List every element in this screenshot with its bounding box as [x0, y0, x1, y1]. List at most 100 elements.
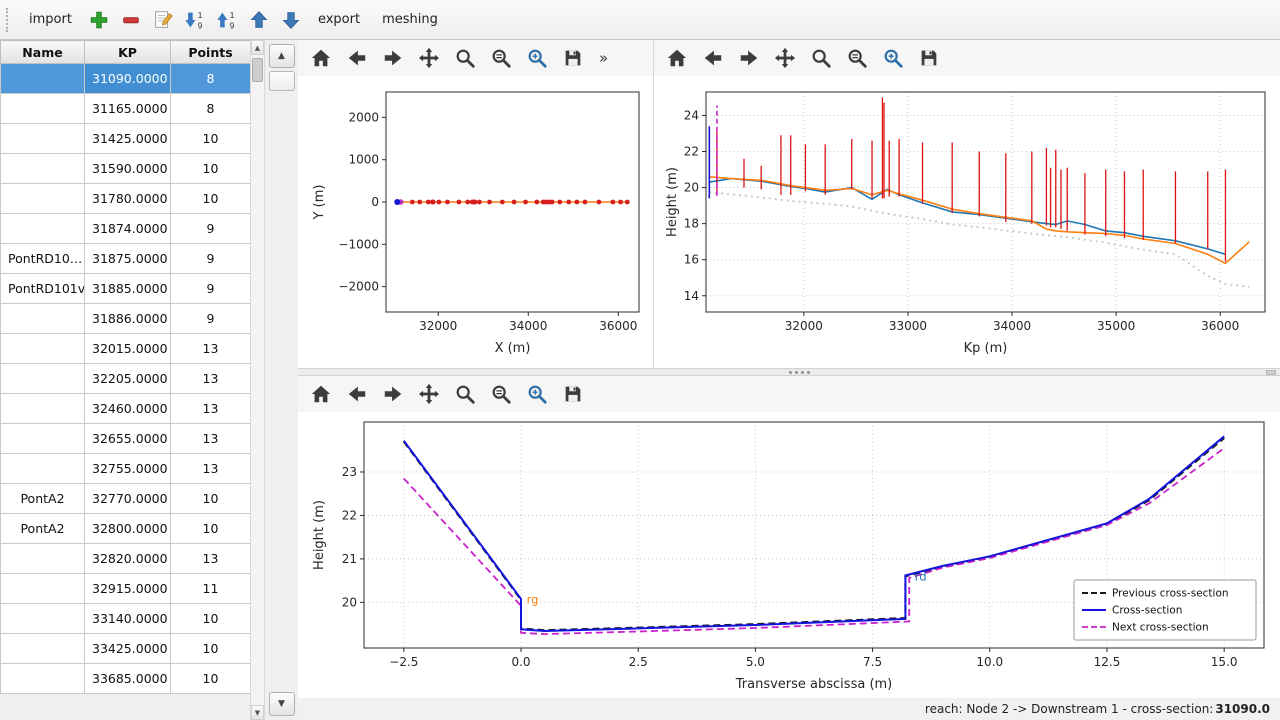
scrollbar-up-arrow[interactable]: ▲: [251, 40, 264, 55]
cell-kp[interactable]: 32205.0000: [85, 364, 171, 394]
cell-points[interactable]: 8: [171, 64, 251, 94]
scrollbar-track[interactable]: [251, 55, 264, 705]
edit-cross-section-button[interactable]: [148, 5, 178, 35]
table-row[interactable]: 32755.000013: [1, 454, 251, 484]
cell-kp[interactable]: 32015.0000: [85, 334, 171, 364]
customize-button[interactable]: [522, 43, 552, 73]
cell-points[interactable]: 13: [171, 544, 251, 574]
cell-name[interactable]: [1, 664, 85, 694]
table-row[interactable]: 31886.00009: [1, 304, 251, 334]
cell-name[interactable]: [1, 214, 85, 244]
cell-kp[interactable]: 32655.0000: [85, 424, 171, 454]
cell-name[interactable]: [1, 454, 85, 484]
move-down-button[interactable]: [276, 5, 306, 35]
back-button[interactable]: [342, 379, 372, 409]
cell-name[interactable]: PontA2: [1, 484, 85, 514]
column-header-kp[interactable]: KP: [85, 41, 171, 64]
cell-kp[interactable]: 32770.0000: [85, 484, 171, 514]
back-button[interactable]: [698, 43, 728, 73]
scroll-down-button[interactable]: ▼: [269, 692, 295, 716]
cell-name[interactable]: [1, 424, 85, 454]
cell-points[interactable]: 10: [171, 664, 251, 694]
cell-points[interactable]: 10: [171, 514, 251, 544]
home-button[interactable]: [306, 379, 336, 409]
cell-name[interactable]: [1, 124, 85, 154]
plan-view-chart[interactable]: 320003400036000−2000−1000010002000X (m)Y…: [298, 76, 653, 368]
cell-kp[interactable]: 33425.0000: [85, 634, 171, 664]
cell-kp[interactable]: 31425.0000: [85, 124, 171, 154]
scroll-up-button[interactable]: ▲: [269, 44, 295, 68]
column-header-points[interactable]: Points: [171, 41, 251, 64]
table-row[interactable]: 31874.00009: [1, 214, 251, 244]
table-row[interactable]: 31780.000010: [1, 184, 251, 214]
save-button[interactable]: [914, 43, 944, 73]
cell-name[interactable]: [1, 154, 85, 184]
horizontal-splitter[interactable]: [298, 368, 1280, 376]
cell-kp[interactable]: 31590.0000: [85, 154, 171, 184]
table-row[interactable]: PontA232770.000010: [1, 484, 251, 514]
meshing-button[interactable]: meshing: [372, 7, 448, 32]
zoom-button[interactable]: [450, 43, 480, 73]
cell-kp[interactable]: 32800.0000: [85, 514, 171, 544]
cell-name[interactable]: PontA2: [1, 514, 85, 544]
scrollbar-down-arrow[interactable]: ▼: [251, 705, 264, 720]
cell-name[interactable]: [1, 634, 85, 664]
cell-points[interactable]: 9: [171, 274, 251, 304]
cell-kp[interactable]: 31090.0000: [85, 64, 171, 94]
column-header-name[interactable]: Name: [1, 41, 85, 64]
home-button[interactable]: [306, 43, 336, 73]
cell-points[interactable]: 13: [171, 394, 251, 424]
customize-button[interactable]: [522, 379, 552, 409]
save-button[interactable]: [558, 43, 588, 73]
longitudinal-profile-chart[interactable]: 3200033000340003500036000141618202224Kp …: [654, 76, 1279, 368]
cell-name[interactable]: [1, 364, 85, 394]
cell-kp[interactable]: 31886.0000: [85, 304, 171, 334]
cell-kp[interactable]: 33140.0000: [85, 604, 171, 634]
pan-button[interactable]: [770, 43, 800, 73]
cell-points[interactable]: 9: [171, 244, 251, 274]
export-button[interactable]: export: [308, 7, 370, 32]
import-button[interactable]: import: [19, 7, 82, 32]
table-row[interactable]: PontRD10…31875.00009: [1, 244, 251, 274]
cell-kp[interactable]: 32460.0000: [85, 394, 171, 424]
table-row[interactable]: 32820.000013: [1, 544, 251, 574]
table-row[interactable]: 32655.000013: [1, 424, 251, 454]
cell-name[interactable]: [1, 574, 85, 604]
cell-points[interactable]: 9: [171, 304, 251, 334]
cell-kp[interactable]: 31885.0000: [85, 274, 171, 304]
home-button[interactable]: [662, 43, 692, 73]
cell-points[interactable]: 10: [171, 604, 251, 634]
table-row[interactable]: 33140.000010: [1, 604, 251, 634]
cell-points[interactable]: 13: [171, 364, 251, 394]
cell-points[interactable]: 13: [171, 424, 251, 454]
subplots-button[interactable]: [842, 43, 872, 73]
cell-points[interactable]: 10: [171, 184, 251, 214]
cell-kp[interactable]: 32820.0000: [85, 544, 171, 574]
cell-points[interactable]: 11: [171, 574, 251, 604]
back-button[interactable]: [342, 43, 372, 73]
sort-ascending-button[interactable]: [180, 5, 210, 35]
cell-kp[interactable]: 32755.0000: [85, 454, 171, 484]
cell-points[interactable]: 13: [171, 454, 251, 484]
cell-kp[interactable]: 31875.0000: [85, 244, 171, 274]
toolbar-overflow-chevron[interactable]: »: [599, 49, 608, 67]
table-row[interactable]: 31165.00008: [1, 94, 251, 124]
cell-name[interactable]: [1, 64, 85, 94]
cell-points[interactable]: 8: [171, 94, 251, 124]
table-row[interactable]: 31425.000010: [1, 124, 251, 154]
table-row[interactable]: 31090.00008: [1, 64, 251, 94]
table-scrollbar[interactable]: ▲ ▼: [250, 40, 265, 720]
table-row[interactable]: 32205.000013: [1, 364, 251, 394]
move-up-button[interactable]: [244, 5, 274, 35]
cell-points[interactable]: 13: [171, 334, 251, 364]
pan-button[interactable]: [414, 379, 444, 409]
sort-descending-button[interactable]: [212, 5, 242, 35]
cell-name[interactable]: [1, 544, 85, 574]
cross-section-chart[interactable]: −2.50.02.55.07.510.012.515.020212223Tran…: [298, 412, 1280, 698]
cell-kp[interactable]: 31165.0000: [85, 94, 171, 124]
customize-button[interactable]: [878, 43, 908, 73]
cell-points[interactable]: 10: [171, 484, 251, 514]
subplots-button[interactable]: [486, 43, 516, 73]
table-row[interactable]: 32915.000011: [1, 574, 251, 604]
table-row[interactable]: 32015.000013: [1, 334, 251, 364]
